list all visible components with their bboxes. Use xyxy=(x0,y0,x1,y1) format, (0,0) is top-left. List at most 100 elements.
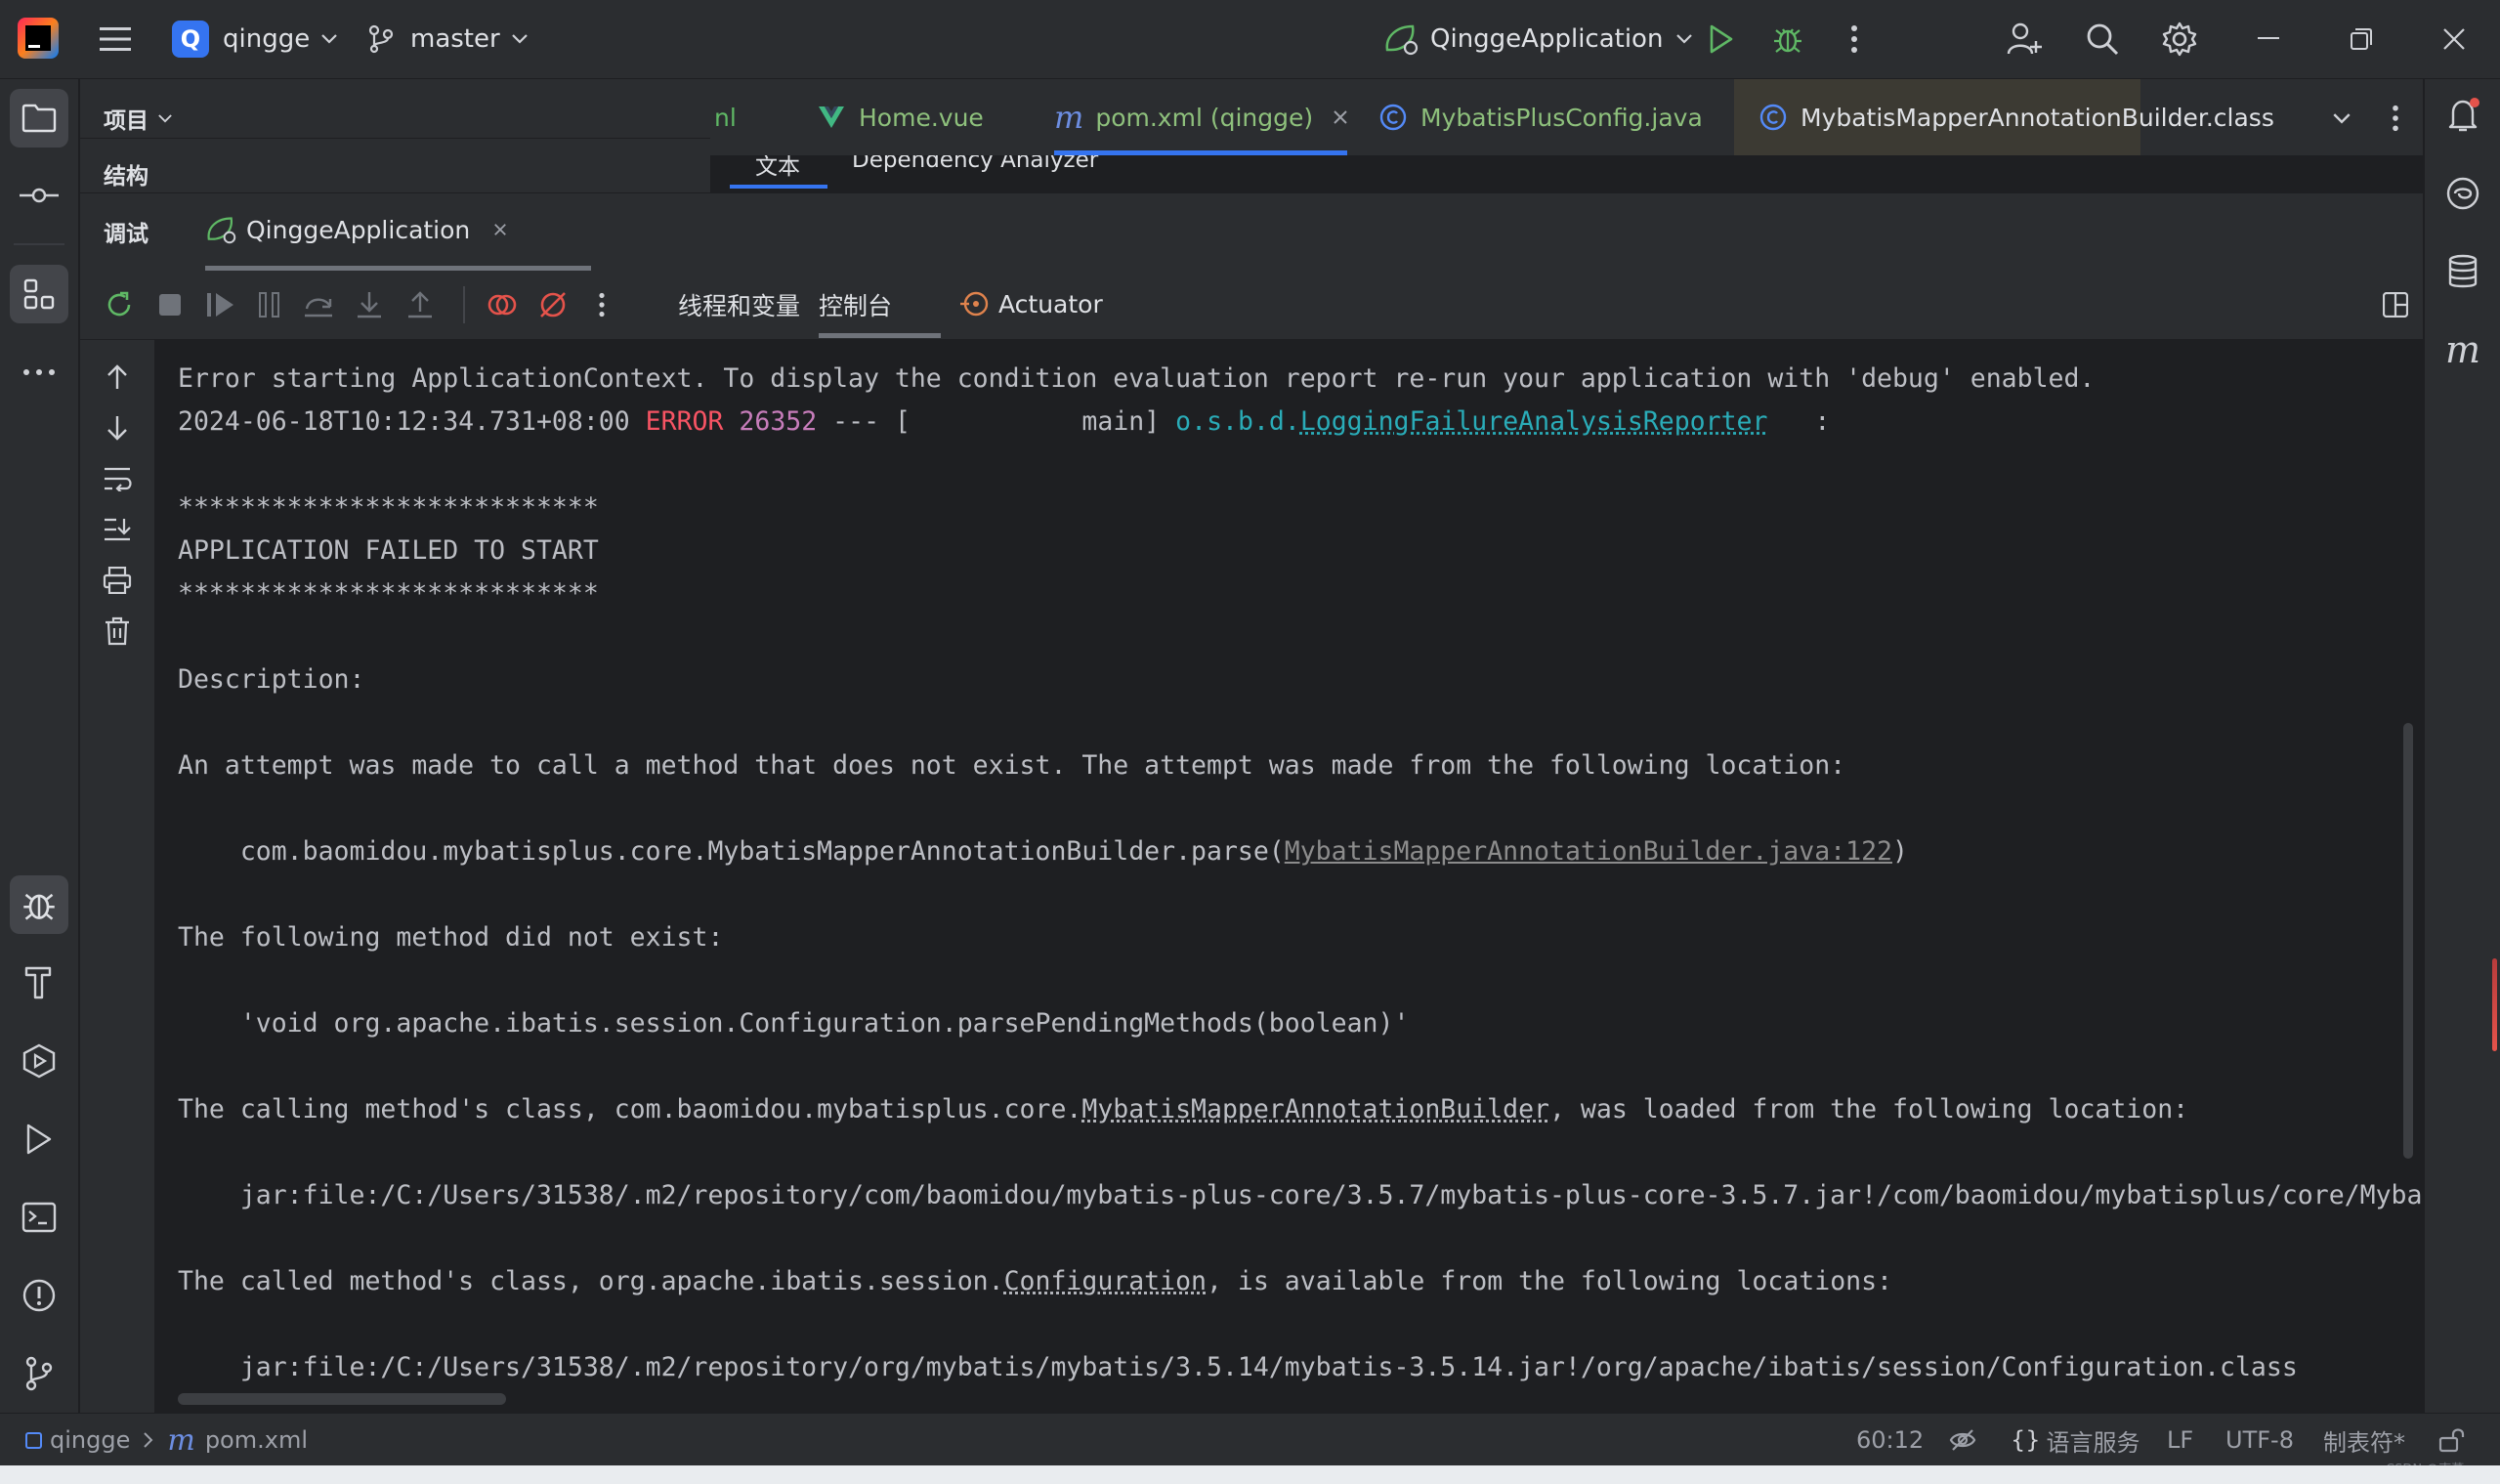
horizontal-scrollbar[interactable] xyxy=(178,1393,506,1405)
arrow-down-icon[interactable] xyxy=(100,410,135,445)
ai-assistant-icon[interactable] xyxy=(2438,169,2487,218)
view-breakpoints-icon[interactable] xyxy=(485,287,520,322)
cursor-position[interactable]: 60:12 xyxy=(1856,1414,1924,1466)
run-tool-icon[interactable] xyxy=(10,1110,68,1168)
maven-icon[interactable]: m xyxy=(2438,325,2487,374)
calling-suffix: , was loaded from the following location… xyxy=(1549,1094,2188,1124)
close-tab-icon[interactable] xyxy=(1333,109,1348,125)
mute-breakpoints-icon[interactable] xyxy=(535,287,571,322)
vertical-scrollbar[interactable] xyxy=(2403,723,2413,1159)
soft-wrap-icon[interactable] xyxy=(100,461,135,496)
branch-selector[interactable]: master xyxy=(367,18,528,61)
chevron-down-icon xyxy=(321,34,337,44)
calling-class-link[interactable]: MybatisMapperAnnotationBuilder xyxy=(1081,1094,1549,1124)
called-class-link[interactable]: Configuration xyxy=(1004,1266,1207,1296)
main-menu-icon[interactable] xyxy=(96,20,135,59)
step-into-icon[interactable] xyxy=(352,287,387,322)
services-icon[interactable] xyxy=(10,1032,68,1090)
scroll-to-end-icon[interactable] xyxy=(100,512,135,547)
left-tool-strip xyxy=(0,79,80,1413)
close-window-icon[interactable] xyxy=(2433,20,2476,59)
subtab-indicator xyxy=(730,185,827,189)
tab-options-icon[interactable] xyxy=(2376,99,2415,138)
editor-tab-mybatisplusconfig[interactable]: MybatisPlusConfig.java xyxy=(1379,79,1703,155)
structure-label[interactable]: 结构 xyxy=(104,157,148,191)
editor-tab-mapperbuilder-class[interactable]: MybatisMapperAnnotationBuilder.class xyxy=(1734,79,2140,155)
console-line: jar:file:/C:/Users/31538/.m2/repository/… xyxy=(178,1180,2423,1210)
debug-session-tab[interactable]: QinggeApplication xyxy=(205,205,507,254)
more-actions-icon[interactable] xyxy=(1835,20,1874,59)
tab-threads-variables[interactable]: 线程和变量 xyxy=(678,287,800,322)
subtab-text[interactable]: 文本 xyxy=(755,155,800,181)
more-tools-icon[interactable] xyxy=(10,343,68,402)
settings-gear-icon[interactable] xyxy=(2158,18,2201,61)
project-selector[interactable]: Q qingge xyxy=(172,18,337,61)
console-line: *************************** xyxy=(178,492,599,523)
console-output[interactable]: Error starting ApplicationContext. To di… xyxy=(154,340,2423,1413)
print-icon[interactable] xyxy=(100,563,135,598)
branch-name: master xyxy=(410,24,500,54)
tab-actuator[interactable]: Actuator xyxy=(959,284,1103,323)
run-config-selector[interactable]: QinggeApplication xyxy=(1383,18,1692,61)
resume-icon[interactable] xyxy=(203,287,238,322)
console-line: An attempt was made to call a method tha… xyxy=(178,750,1845,781)
debug-tool-icon[interactable] xyxy=(10,875,68,934)
project-view-selector[interactable]: 项目 xyxy=(104,101,172,136)
breadcrumb[interactable]: qingge m pom.xml xyxy=(25,1414,308,1466)
restore-window-icon[interactable] xyxy=(2340,20,2383,59)
debug-icon[interactable] xyxy=(1768,20,1807,59)
database-icon[interactable] xyxy=(2438,247,2487,296)
more-actions-icon[interactable] xyxy=(584,287,619,322)
log-tail: : xyxy=(1767,406,1830,437)
layout-settings-icon[interactable] xyxy=(2378,287,2413,322)
debug-session-name: QinggeApplication xyxy=(246,216,470,244)
chevron-down-icon xyxy=(158,114,172,123)
commit-icon[interactable] xyxy=(10,166,68,225)
inspection-hidden-icon[interactable] xyxy=(1949,1414,1976,1466)
tab-console[interactable]: 控制台 xyxy=(819,287,892,322)
vue-icon xyxy=(818,106,845,129)
minimize-window-icon[interactable] xyxy=(2247,20,2290,59)
console-line-log: 2024-06-18T10:12:34.731+08:00 ERROR 2635… xyxy=(178,406,1830,437)
project-folder-icon[interactable] xyxy=(10,89,68,148)
git-icon[interactable] xyxy=(10,1344,68,1403)
build-hammer-icon[interactable] xyxy=(10,954,68,1012)
source-location-link[interactable]: MybatisMapperAnnotationBuilder.java:122 xyxy=(1285,836,1892,867)
taskbar-strip xyxy=(0,1465,2500,1484)
console-line: *************************** xyxy=(178,578,599,609)
editor-tab-partial[interactable]: nl xyxy=(714,79,737,155)
console-line-location: com.baomidou.mybatisplus.core.MybatisMap… xyxy=(178,836,1908,867)
terminal-icon[interactable] xyxy=(10,1188,68,1247)
run-icon[interactable] xyxy=(1702,20,1741,59)
log-logger-link[interactable]: LoggingFailureAnalysisReporter xyxy=(1300,406,1768,437)
step-over-icon[interactable] xyxy=(301,287,336,322)
language-services[interactable]: {} 语言服务 xyxy=(2011,1414,2140,1466)
editor-tab-home-vue[interactable]: Home.vue xyxy=(818,79,984,155)
structure-icon[interactable] xyxy=(10,265,68,323)
subtab-dependency-analyzer[interactable]: Dependency Analyzer xyxy=(852,155,1098,173)
project-label: 项目 xyxy=(104,102,148,135)
editor-tab-pom-xml[interactable]: m pom.xml (qingge) xyxy=(1054,79,1348,155)
stop-icon[interactable] xyxy=(152,287,188,322)
file-encoding[interactable]: UTF-8 xyxy=(2225,1414,2294,1466)
breadcrumb-file[interactable]: pom.xml xyxy=(205,1426,308,1454)
rerun-icon[interactable] xyxy=(102,287,137,322)
pause-icon[interactable] xyxy=(252,287,287,322)
console-actions-sidebar xyxy=(80,340,155,1413)
debug-toolbar: 线程和变量 控制台 Actuator xyxy=(80,271,2423,340)
breadcrumb-project[interactable]: qingge xyxy=(50,1426,130,1454)
search-icon[interactable] xyxy=(2081,18,2124,61)
step-out-icon[interactable] xyxy=(403,287,438,322)
line-separator[interactable]: LF xyxy=(2167,1414,2193,1466)
intellij-logo-icon[interactable] xyxy=(18,18,59,59)
add-user-icon[interactable] xyxy=(2003,18,2046,61)
close-tab-icon[interactable] xyxy=(493,223,507,236)
clear-trash-icon[interactable] xyxy=(100,614,135,649)
tab-list-chevron-icon[interactable] xyxy=(2322,99,2361,138)
notifications-bell-icon[interactable] xyxy=(2438,91,2487,140)
console-tab-indicator xyxy=(819,333,941,338)
arrow-up-icon[interactable] xyxy=(100,360,135,395)
problems-icon[interactable] xyxy=(10,1266,68,1325)
log-thread: --- [ main] xyxy=(832,406,1160,437)
maven-icon: m xyxy=(1054,99,1083,136)
